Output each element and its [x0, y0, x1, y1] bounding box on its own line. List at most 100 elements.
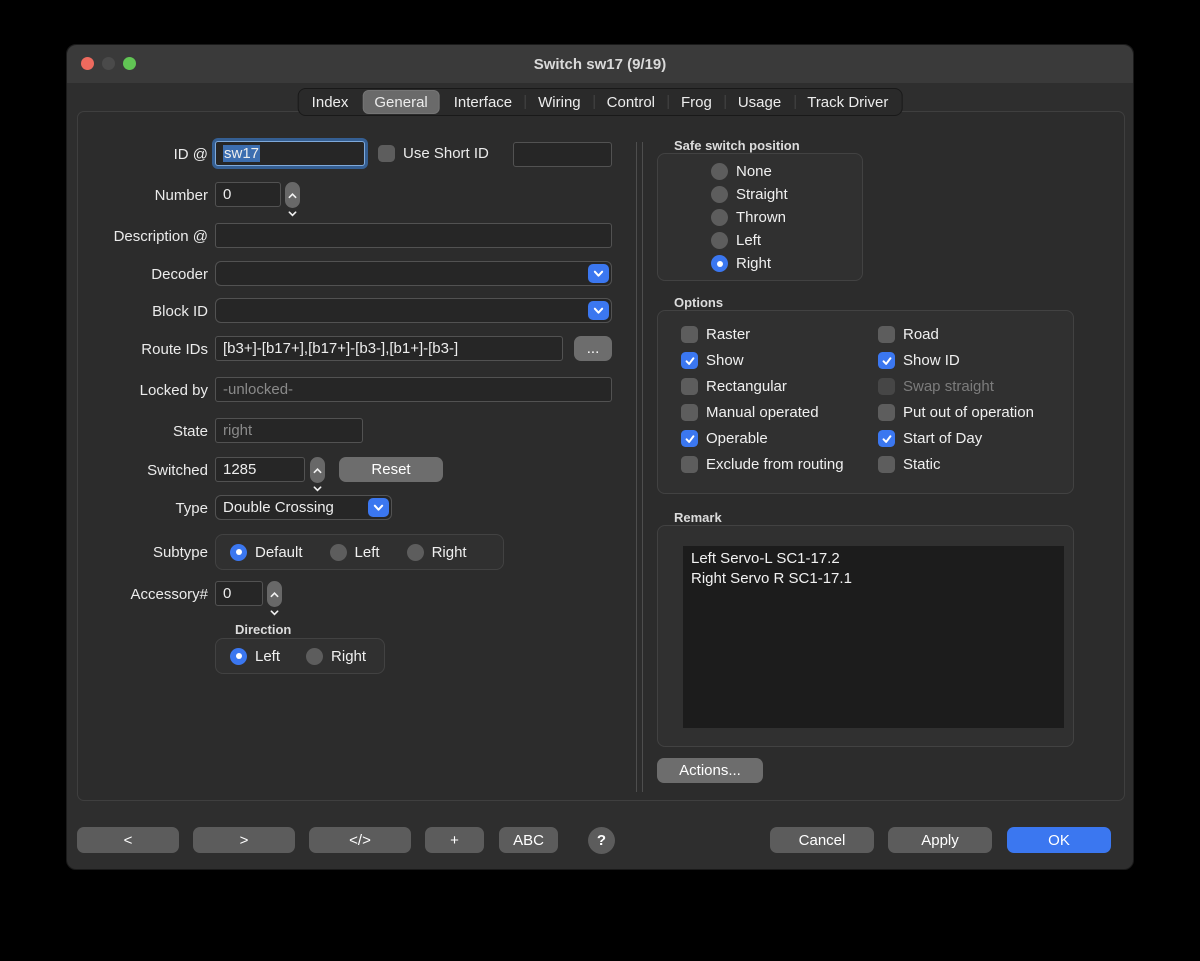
- abc-button[interactable]: ABC: [499, 827, 558, 853]
- tab-wiring[interactable]: Wiring: [525, 89, 594, 115]
- id-input[interactable]: sw17: [215, 141, 365, 166]
- stepper-down-icon[interactable]: [270, 603, 279, 621]
- zoom-button[interactable]: [123, 57, 136, 70]
- option-exclude-from-routing[interactable]: Exclude from routing: [681, 456, 844, 473]
- radio-icon[interactable]: [230, 544, 247, 561]
- safe-position-option-none[interactable]: None: [711, 163, 862, 180]
- radio-icon[interactable]: [306, 648, 323, 665]
- checkbox-checked-icon[interactable]: [878, 430, 895, 447]
- direction-option-left[interactable]: Left: [230, 648, 280, 665]
- block-id-combobox[interactable]: [215, 298, 612, 323]
- short-id-input[interactable]: [513, 142, 612, 167]
- help-button[interactable]: ?: [588, 827, 615, 854]
- safe-position-option-straight[interactable]: Straight: [711, 186, 862, 203]
- cancel-button[interactable]: Cancel: [770, 827, 874, 853]
- route-ids-input[interactable]: [b3+]-[b17+],[b17+]-[b3-],[b1+]-[b3-]: [215, 336, 563, 361]
- checkbox-icon[interactable]: [878, 404, 895, 421]
- chevron-down-icon[interactable]: [588, 301, 609, 320]
- ok-button[interactable]: OK: [1007, 827, 1111, 853]
- direction-radio-group: Left Right: [215, 638, 385, 674]
- description-label: Description @: [78, 224, 208, 249]
- chevron-down-icon[interactable]: [588, 264, 609, 283]
- safe-position-option-right[interactable]: Right: [711, 255, 862, 272]
- option-show-id[interactable]: Show ID: [878, 352, 1034, 369]
- prev-button[interactable]: <: [77, 827, 179, 853]
- stepper-up-icon[interactable]: [313, 461, 322, 479]
- tab-frog[interactable]: Frog: [668, 89, 725, 115]
- radio-icon[interactable]: [230, 648, 247, 665]
- checkbox-icon[interactable]: [878, 326, 895, 343]
- decoder-combobox[interactable]: [215, 261, 612, 286]
- subtype-option-right[interactable]: Right: [407, 544, 467, 561]
- use-short-id-checkbox[interactable]: [378, 145, 395, 162]
- reset-button[interactable]: Reset: [339, 457, 443, 482]
- switched-stepper[interactable]: [310, 457, 325, 483]
- radio-icon[interactable]: [407, 544, 424, 561]
- splitter-handle[interactable]: [636, 142, 643, 792]
- add-button[interactable]: +: [425, 827, 484, 853]
- checkbox-icon[interactable]: [681, 456, 698, 473]
- remark-textarea[interactable]: Left Servo-L SC1-17.2 Right Servo R SC1-…: [683, 546, 1064, 728]
- tab-index[interactable]: Index: [299, 89, 362, 115]
- stepper-up-icon[interactable]: [288, 186, 297, 204]
- number-input[interactable]: 0: [215, 182, 281, 207]
- checkbox-checked-icon[interactable]: [878, 352, 895, 369]
- next-button[interactable]: >: [193, 827, 295, 853]
- safe-position-option-thrown[interactable]: Thrown: [711, 209, 862, 226]
- option-road[interactable]: Road: [878, 326, 1034, 343]
- option-raster[interactable]: Raster: [681, 326, 844, 343]
- subtype-option-default[interactable]: Default: [230, 544, 303, 561]
- description-input[interactable]: [215, 223, 612, 248]
- checkbox-checked-icon[interactable]: [681, 430, 698, 447]
- radio-icon[interactable]: [711, 163, 728, 180]
- option-show[interactable]: Show: [681, 352, 844, 369]
- accessory-stepper[interactable]: [267, 581, 282, 607]
- tab-control[interactable]: Control: [594, 89, 668, 115]
- radio-icon[interactable]: [711, 209, 728, 226]
- chevron-down-icon[interactable]: [368, 498, 389, 517]
- decoder-label: Decoder: [78, 262, 208, 287]
- actions-button[interactable]: Actions...: [657, 758, 763, 783]
- checkbox-icon[interactable]: [681, 378, 698, 395]
- tab-usage[interactable]: Usage: [725, 89, 794, 115]
- option-put-out-of-operation[interactable]: Put out of operation: [878, 404, 1034, 421]
- accessory-input[interactable]: 0: [215, 581, 263, 606]
- radio-icon[interactable]: [711, 232, 728, 249]
- checkbox-label: Road: [903, 326, 939, 343]
- switch-dialog-window: Switch sw17 (9/19) IndexGeneralInterface…: [66, 44, 1134, 870]
- tab-general[interactable]: General: [362, 90, 439, 114]
- tab-interface[interactable]: Interface: [441, 89, 525, 115]
- subtype-option-left[interactable]: Left: [330, 544, 380, 561]
- radio-icon[interactable]: [711, 186, 728, 203]
- safe-position-option-left[interactable]: Left: [711, 232, 862, 249]
- type-dropdown[interactable]: Double Crossing: [215, 495, 392, 520]
- stepper-down-icon[interactable]: [288, 204, 297, 222]
- radio-label: Right: [736, 255, 771, 272]
- radio-icon[interactable]: [711, 255, 728, 272]
- radio-label: Straight: [736, 186, 788, 203]
- number-stepper[interactable]: [285, 182, 300, 208]
- checkbox-label: Swap straight: [903, 378, 994, 395]
- route-ids-label: Route IDs: [78, 337, 208, 362]
- apply-button[interactable]: Apply: [888, 827, 992, 853]
- option-static[interactable]: Static: [878, 456, 1034, 473]
- direction-option-right[interactable]: Right: [306, 648, 366, 665]
- minimize-button[interactable]: [102, 57, 115, 70]
- radio-icon[interactable]: [330, 544, 347, 561]
- close-button[interactable]: [81, 57, 94, 70]
- option-manual-operated[interactable]: Manual operated: [681, 404, 844, 421]
- option-start-of-day[interactable]: Start of Day: [878, 430, 1034, 447]
- checkbox-icon[interactable]: [681, 326, 698, 343]
- option-operable[interactable]: Operable: [681, 430, 844, 447]
- route-ids-browse-button[interactable]: ...: [574, 336, 612, 361]
- option-rectangular[interactable]: Rectangular: [681, 378, 844, 395]
- titlebar[interactable]: Switch sw17 (9/19): [67, 45, 1133, 83]
- switched-input[interactable]: 1285: [215, 457, 305, 482]
- checkbox-icon[interactable]: [878, 456, 895, 473]
- stepper-up-icon[interactable]: [270, 585, 279, 603]
- id-label: ID @: [78, 142, 208, 167]
- checkbox-checked-icon[interactable]: [681, 352, 698, 369]
- checkbox-icon[interactable]: [681, 404, 698, 421]
- tab-track-driver[interactable]: Track Driver: [794, 89, 901, 115]
- code-button[interactable]: </>: [309, 827, 411, 853]
